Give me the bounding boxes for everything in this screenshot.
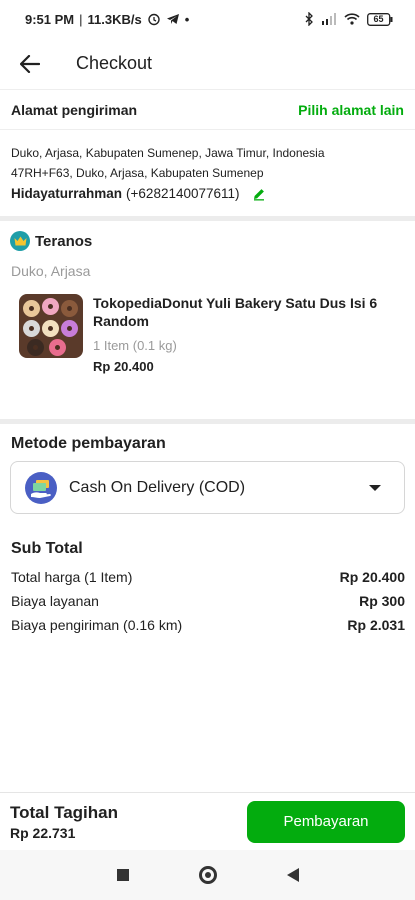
- home-circle-icon[interactable]: [198, 866, 217, 884]
- status-separator: |: [79, 11, 83, 27]
- shop-location: Duko, Arjasa: [11, 263, 91, 279]
- section-divider: [0, 419, 415, 424]
- payment-method-dropdown[interactable]: Cash On Delivery (COD): [10, 461, 405, 514]
- total-bill-label: Total Tagihan: [10, 802, 118, 822]
- product-name: TokopediaDonut Yuli Bakery Satu Dus Isi …: [93, 295, 378, 329]
- edit-address-button[interactable]: [252, 187, 266, 201]
- summary-value: Rp 20.400: [339, 569, 405, 585]
- wifi-icon: [344, 13, 360, 25]
- summary-row-total-price: Total harga (1 Item) Rp 20.400: [11, 565, 405, 589]
- recents-square-icon[interactable]: [116, 869, 129, 881]
- product-image: [19, 294, 83, 358]
- product-price: Rp 20.400: [93, 359, 154, 374]
- summary-label: Total harga (1 Item): [11, 569, 133, 585]
- arrow-left-icon: [20, 54, 40, 73]
- change-address-link[interactable]: Pilih alamat lain: [298, 102, 404, 118]
- pay-button[interactable]: Pembayaran: [247, 800, 405, 843]
- status-network-speed: 11.3KB/s: [87, 11, 142, 27]
- address-line-1: Duko, Arjasa, Kabupaten Sumenep, Jawa Ti…: [11, 146, 325, 160]
- summary-row-service-fee: Biaya layanan Rp 300: [11, 589, 405, 613]
- back-triangle-icon[interactable]: [286, 868, 299, 882]
- total-bill: Total Tagihan Rp 22.731: [10, 803, 118, 841]
- address-header: Alamat pengiriman Pilih alamat lain: [0, 90, 415, 130]
- section-divider: [0, 216, 415, 221]
- page-title: Checkout: [76, 53, 153, 73]
- summary-label: Biaya layanan: [11, 593, 99, 609]
- telegram-icon: [166, 13, 180, 25]
- crown-icon: [10, 231, 30, 251]
- alarm-icon: [147, 12, 161, 26]
- chevron-down-icon: [369, 484, 381, 491]
- pencil-icon: [253, 189, 264, 201]
- back-button[interactable]: [0, 38, 60, 90]
- checkout-bottom-bar: Total Tagihan Rp 22.731 Pembayaran: [0, 792, 415, 850]
- cash-hand-icon: [25, 471, 57, 504]
- status-bar: 9:51 PM | 11.3KB/s • 65: [0, 0, 415, 38]
- battery-level: 65: [373, 13, 384, 24]
- summary-value: Rp 2.031: [347, 617, 405, 633]
- recipient-phone: (+6282140077611): [126, 186, 240, 201]
- battery-icon: 65: [367, 12, 393, 26]
- signal-icon: [321, 13, 337, 25]
- payment-section-label: Metode pembayaran: [11, 435, 166, 452]
- address-section-label: Alamat pengiriman: [11, 101, 138, 118]
- payment-method-label: Cash On Delivery (COD): [69, 478, 246, 496]
- system-nav-bar: [0, 850, 415, 900]
- status-dot: •: [184, 11, 190, 27]
- subtotal-summary: Total harga (1 Item) Rp 20.400 Biaya lay…: [11, 565, 405, 637]
- app-bar: Checkout: [0, 38, 415, 90]
- bluetooth-icon: [305, 12, 314, 26]
- address-details: Duko, Arjasa, Kabupaten Sumenep, Jawa Ti…: [11, 143, 406, 204]
- shop-header: Teranos: [10, 231, 92, 251]
- product-item[interactable]: TokopediaDonut Yuli Bakery Satu Dus Isi …: [19, 294, 399, 374]
- status-time: 9:51 PM: [25, 11, 75, 27]
- total-bill-value: Rp 22.731: [10, 824, 76, 841]
- shop-name: Teranos: [35, 232, 93, 250]
- recipient-row: Hidayaturrahman (+6282140077611): [11, 184, 406, 204]
- summary-row-shipping-fee: Biaya pengiriman (0.16 km) Rp 2.031: [11, 613, 405, 637]
- subtotal-title: Sub Total: [11, 540, 83, 557]
- address-line-2: 47RH+F63, Duko, Arjasa, Kabupaten Sumene…: [11, 166, 264, 180]
- summary-value: Rp 300: [359, 593, 405, 609]
- recipient-name: Hidayaturrahman: [11, 186, 123, 201]
- product-quantity: 1 Item (0.1 kg): [93, 338, 177, 353]
- summary-label: Biaya pengiriman (0.16 km): [11, 617, 183, 633]
